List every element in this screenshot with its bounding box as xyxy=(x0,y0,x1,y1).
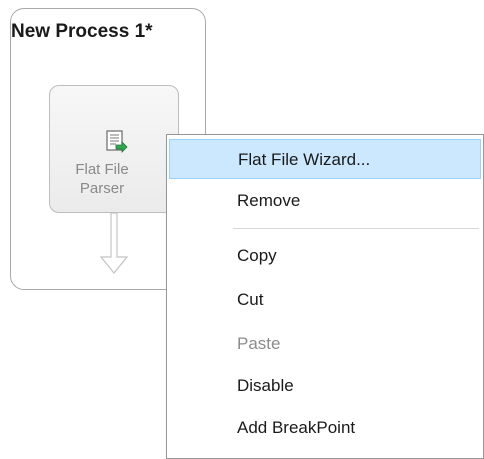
context-menu: Flat File Wizard... Remove Copy Cut Past… xyxy=(166,134,484,459)
designer-canvas: New Process 1* Flat File Parser Flat Fil… xyxy=(0,0,484,459)
menu-item-remove[interactable]: Remove xyxy=(169,181,481,221)
menu-item-cut[interactable]: Cut xyxy=(169,280,481,320)
menu-item-label: Add BreakPoint xyxy=(237,418,356,437)
menu-item-disable[interactable]: Disable xyxy=(169,366,481,406)
node-label-line1: Flat File xyxy=(75,161,129,178)
flat-file-parser-icon xyxy=(106,130,128,153)
menu-item-label: Remove xyxy=(237,191,301,210)
menu-item-label: Flat File Wizard... xyxy=(238,150,371,169)
flat-file-parser-node[interactable]: Flat File Parser xyxy=(49,85,179,213)
menu-item-paste: Paste xyxy=(169,324,481,364)
node-label: Flat File Parser xyxy=(50,160,154,198)
node-label-line2: Parser xyxy=(79,180,125,197)
menu-item-label: Cut xyxy=(237,290,264,309)
menu-item-label: Copy xyxy=(237,246,277,265)
menu-item-label: Paste xyxy=(237,334,281,353)
process-title: New Process 1* xyxy=(11,21,153,42)
menu-item-label: Disable xyxy=(237,376,294,395)
menu-item-add-breakpoint[interactable]: Add BreakPoint xyxy=(169,408,481,448)
menu-separator xyxy=(233,228,479,229)
menu-item-copy[interactable]: Copy xyxy=(169,236,481,276)
flow-arrow-down-icon xyxy=(99,213,129,274)
menu-item-flat-file-wizard[interactable]: Flat File Wizard... xyxy=(169,139,481,179)
